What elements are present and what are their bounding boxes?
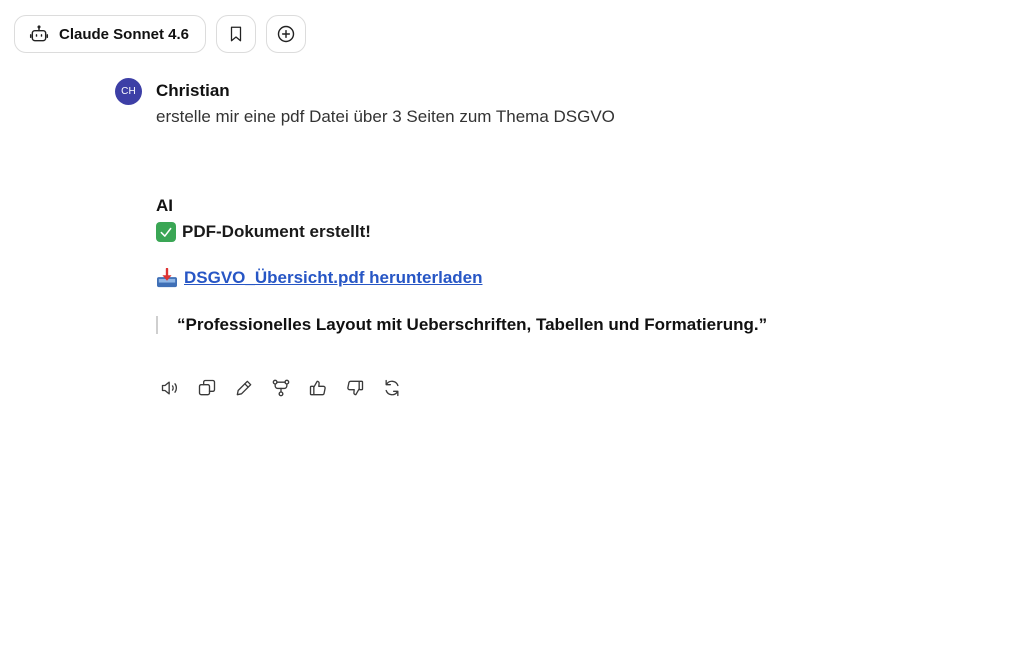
read-aloud-icon: [160, 378, 180, 398]
bookmark-icon: [227, 25, 245, 43]
robot-icon: [29, 24, 49, 44]
download-row: DSGVO_Übersicht.pdf herunterladen: [156, 266, 976, 290]
blockquote: “Professionelles Layout mit Ueberschrift…: [156, 316, 976, 334]
download-link[interactable]: DSGVO_Übersicht.pdf herunterladen: [184, 266, 483, 290]
thumbs-down-button[interactable]: [345, 376, 365, 400]
copy-icon: [197, 378, 217, 398]
ai-status-text: PDF-Dokument erstellt!: [182, 222, 371, 241]
top-toolbar: Claude Sonnet 4.6: [14, 15, 306, 53]
thumbs-up-icon: [308, 378, 328, 398]
edit-button[interactable]: [234, 376, 254, 400]
regenerate-button[interactable]: [382, 376, 402, 400]
model-selector-button[interactable]: Claude Sonnet 4.6: [14, 15, 206, 53]
copy-button[interactable]: [197, 376, 217, 400]
check-mark-icon: [156, 222, 176, 242]
inbox-tray-icon: [156, 268, 178, 288]
ai-message: AI PDF-Dokument erstellt! DSGVO_Übersich…: [156, 195, 976, 334]
regenerate-icon: [382, 378, 402, 398]
avatar: CH: [115, 78, 142, 105]
plus-circle-icon: [276, 24, 296, 44]
read-aloud-button[interactable]: [160, 376, 180, 400]
model-name: Claude Sonnet 4.6: [59, 25, 190, 43]
thumbs-down-icon: [345, 378, 365, 398]
bookmark-button[interactable]: [216, 15, 256, 53]
ai-status-line: PDF-Dokument erstellt!: [156, 220, 976, 244]
branch-button[interactable]: [271, 376, 291, 400]
user-name: Christian: [156, 81, 230, 100]
new-chat-button[interactable]: [266, 15, 306, 53]
user-message-text: erstelle mir eine pdf Datei über 3 Seite…: [156, 107, 615, 126]
thumbs-up-button[interactable]: [308, 376, 328, 400]
edit-icon: [234, 378, 254, 398]
message-actions: [160, 376, 402, 400]
branch-icon: [271, 378, 291, 398]
ai-name: AI: [156, 196, 173, 215]
